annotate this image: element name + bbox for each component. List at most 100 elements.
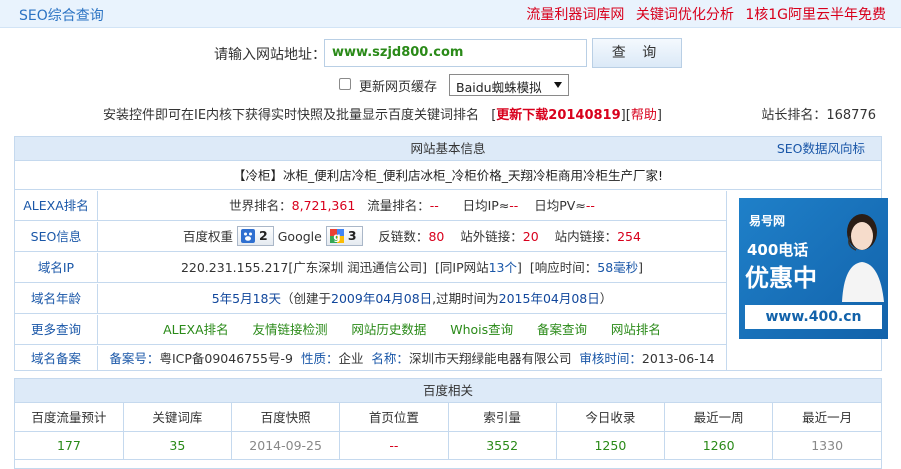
- baidu-header: 百度相关: [15, 379, 881, 403]
- row-key[interactable]: 域名年龄: [15, 284, 98, 313]
- col-header: 关键词库: [123, 403, 233, 432]
- ad-link-aliyun[interactable]: 1核1G阿里云半年免费: [745, 7, 886, 23]
- spider-select-value: Baidu蜘蛛模拟: [456, 80, 542, 95]
- more-link-history[interactable]: 网站历史数据: [351, 322, 426, 337]
- webmaster-rank: 站长排名：168776: [761, 104, 876, 123]
- spider-select[interactable]: Baidu蜘蛛模拟: [449, 74, 569, 96]
- col-header: 最近一月: [772, 403, 881, 432]
- keyword-count-value[interactable]: 35: [123, 431, 233, 460]
- top-ad-links: 流量利器词库网 关键词优化分析 1核1G阿里云半年免费: [519, 4, 886, 24]
- col-header: 最近一周: [664, 403, 774, 432]
- last-month-value[interactable]: 1330: [772, 431, 881, 460]
- query-button[interactable]: 查 询: [592, 38, 682, 68]
- options-row: 更新网页缓存 Baidu蜘蛛模拟: [0, 74, 901, 96]
- panel-title: 百度相关: [422, 383, 473, 398]
- row-key[interactable]: 域名备案: [15, 346, 98, 371]
- refresh-cache-checkbox[interactable]: [339, 78, 351, 90]
- search-bar: 请输入网站地址： www.szjd800.com 查 询: [0, 38, 901, 68]
- label: 审核时间：: [579, 351, 642, 366]
- snapshot-date-value[interactable]: 2014-09-25: [231, 431, 341, 460]
- notice-message: 安装控件即可在IE内核下获得实时快照及批量显示百度关键词排名: [103, 108, 480, 123]
- icp-type: 企业: [338, 351, 364, 366]
- ip-row: 域名IP 220.231.155.217[广东深圳 润迅通信公司] [同IP网站…: [15, 253, 726, 283]
- seo-row: SEO信息 百度权重 2 Google g3 反链数：80 站外链接：20 站内…: [15, 222, 726, 252]
- baidu-rank-value: 2: [259, 228, 268, 243]
- alexa-row: ALEXA排名 世界排名：8,721,361 流量排名：-- 日均IP≈-- 日…: [15, 191, 726, 221]
- more-link-friend-links[interactable]: 友情链接检测: [253, 322, 328, 337]
- chevron-down-icon: [554, 82, 562, 88]
- ad-banner[interactable]: 易号网 400电话 优惠中 www.400.cn: [726, 191, 888, 371]
- ad-person-illustration: [842, 214, 884, 302]
- notice-row: 安装控件即可在IE内核下获得实时快照及批量显示百度关键词排名 [更新下载2014…: [0, 104, 901, 123]
- basic-info-header: 网站基本信息 SEO数据风向标: [15, 137, 881, 161]
- svg-text:g: g: [333, 232, 340, 243]
- label: 性质：: [300, 351, 339, 366]
- col-header: 百度快照: [231, 403, 341, 432]
- ad-line1: 400电话: [747, 241, 809, 259]
- more-link-whois[interactable]: Whois查询: [450, 322, 513, 337]
- label: 百度权重: [183, 229, 234, 244]
- ip-address: 220.231.155.217: [180, 260, 289, 275]
- daily-pv-value: --: [585, 198, 595, 213]
- domain-age-row: 域名年龄 5年5月18天（创建于2009年04月08日,过期时间为2015年04…: [15, 284, 726, 314]
- label: ,过期时间为: [432, 291, 499, 306]
- baidu-traffic-value[interactable]: 177: [15, 431, 124, 460]
- bracket: ]: [656, 108, 662, 123]
- ad-link-keyword-analysis[interactable]: 关键词优化分析: [636, 7, 734, 23]
- ad-400-banner[interactable]: 易号网 400电话 优惠中 www.400.cn: [739, 198, 888, 339]
- label: 流量排名：: [367, 198, 430, 213]
- label: [同IP网站: [435, 260, 489, 275]
- icp-date: 2013-06-14: [641, 351, 715, 366]
- baidu-rank-badge[interactable]: 2: [237, 226, 274, 246]
- refresh-cache-label[interactable]: 更新网页缓存: [359, 76, 437, 95]
- baidu-panel: 百度相关 百度流量预计 关键词库 百度快照 首页位置 索引量 今日收录 最近一周…: [14, 378, 882, 469]
- more-link-icp[interactable]: 备案查询: [537, 322, 587, 337]
- row-value: 百度权重 2 Google g3 反链数：80 站外链接：20 站内链接：254: [99, 222, 725, 251]
- inlinks-value[interactable]: 254: [617, 229, 641, 244]
- google-pr-value: 3: [347, 228, 357, 243]
- index-count-value[interactable]: 3552: [448, 431, 557, 460]
- icp-name: 深圳市天翔绿能电器有限公司: [408, 351, 572, 366]
- site-title: 【冷柜】冰柜_便利店冷柜_便利店冰柜_冷柜价格_天翔冷柜商用冷柜生产厂家!: [15, 161, 881, 190]
- bracket: ][: [620, 108, 631, 123]
- ad-link-ciku[interactable]: 流量利器词库网: [526, 7, 624, 23]
- col-header: 今日收录: [556, 403, 666, 432]
- google-icon: g: [329, 228, 344, 243]
- col-header: 百度流量预计: [15, 403, 124, 432]
- outlinks-value[interactable]: 20: [523, 229, 539, 244]
- same-ip-link[interactable]: 13个: [489, 260, 517, 275]
- flow-rank-value: --: [429, 198, 439, 213]
- backlinks-value[interactable]: 80: [428, 229, 444, 244]
- col-header: 索引量: [448, 403, 557, 432]
- row-key[interactable]: SEO信息: [15, 222, 98, 251]
- baidu-table: 百度流量预计 关键词库 百度快照 首页位置 索引量 今日收录 最近一周 最近一月…: [15, 403, 881, 460]
- created-date: 2009年04月08日: [331, 291, 433, 306]
- table-header-row: 百度流量预计 关键词库 百度快照 首页位置 索引量 今日收录 最近一周 最近一月: [15, 403, 881, 432]
- more-link-site-rank[interactable]: 网站排名: [611, 322, 661, 337]
- world-rank-value: 8,721,361: [291, 198, 356, 213]
- more-link-alexa[interactable]: ALEXA排名: [163, 322, 229, 337]
- notice-text: 安装控件即可在IE内核下获得实时快照及批量显示百度关键词排名 [更新下载2014…: [103, 104, 662, 123]
- today-indexed-value[interactable]: 1250: [556, 431, 666, 460]
- label: 站内链接：: [554, 229, 618, 244]
- row-key[interactable]: 更多查询: [15, 315, 98, 344]
- row-key[interactable]: ALEXA排名: [15, 191, 98, 220]
- google-pr-badge[interactable]: g3: [325, 226, 363, 246]
- row-key[interactable]: 域名IP: [15, 253, 98, 282]
- download-link[interactable]: 更新下载20140819: [496, 108, 620, 123]
- bracket: ]: [638, 260, 644, 275]
- url-label: 请输入网站地址：: [214, 47, 326, 63]
- row-value: 220.231.155.217[广东深圳 润迅通信公司] [同IP网站13个] …: [99, 253, 725, 282]
- label: （创建于: [281, 291, 332, 306]
- site-logo-title[interactable]: SEO综合查询: [19, 5, 104, 25]
- baidu-paw-icon: [241, 228, 256, 243]
- seo-trend-link[interactable]: SEO数据风向标: [777, 137, 865, 161]
- help-link[interactable]: 帮助: [631, 108, 657, 123]
- bracket: ）: [599, 291, 613, 306]
- ad-url: www.400.cn: [745, 305, 882, 329]
- row-value: ALEXA排名 友情链接检测 网站历史数据 Whois查询 备案查询 网站排名: [99, 315, 725, 344]
- url-input[interactable]: www.szjd800.com: [324, 39, 587, 67]
- ad-brand: 易号网: [749, 214, 786, 228]
- rank-label: 站长排名：: [761, 108, 827, 123]
- last-week-value[interactable]: 1260: [664, 431, 774, 460]
